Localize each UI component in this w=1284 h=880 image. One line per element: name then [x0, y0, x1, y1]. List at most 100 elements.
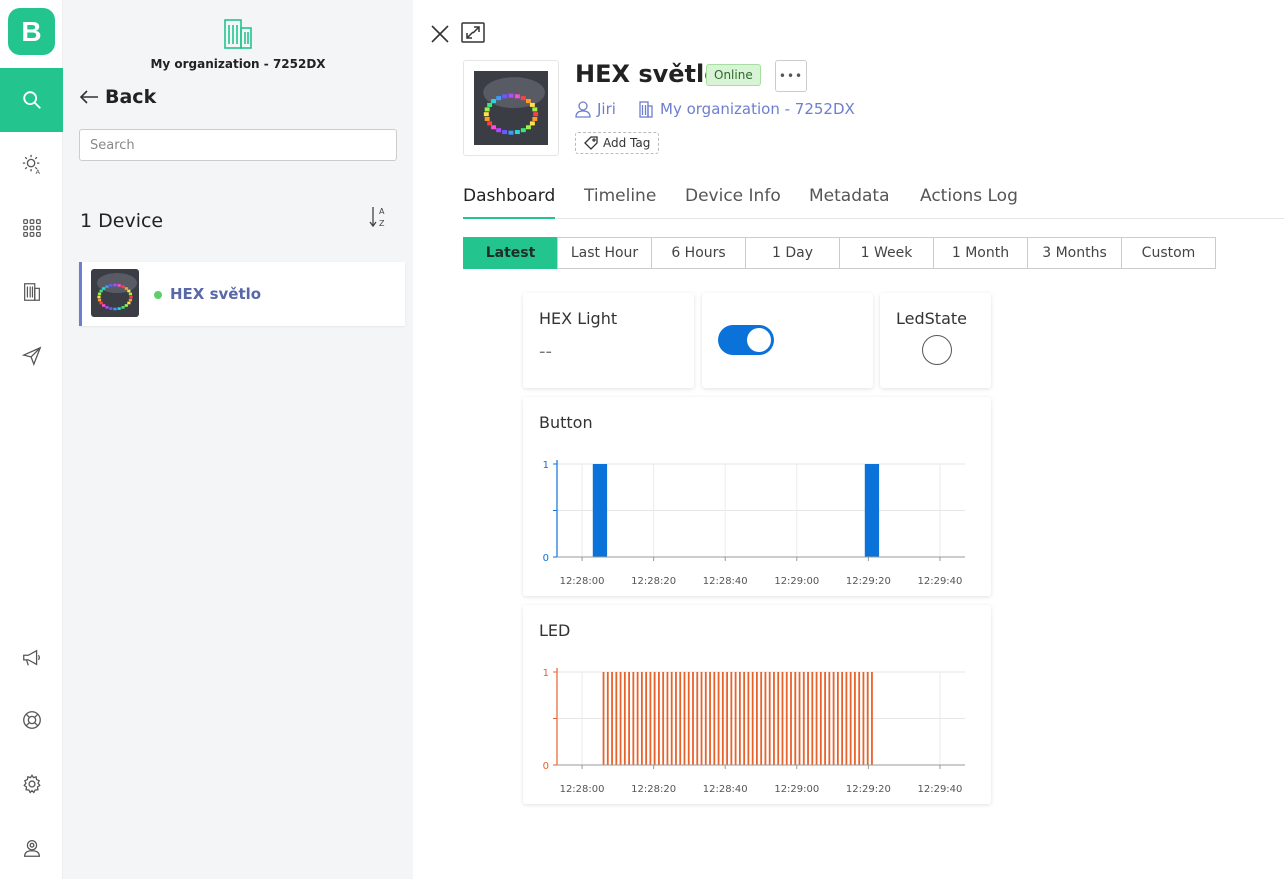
led-pixel [105, 285, 109, 288]
chart-bar [751, 672, 754, 765]
x-tick-label: 12:28:40 [703, 784, 748, 795]
tab-dashboard[interactable]: Dashboard [463, 186, 556, 219]
chart-bar [696, 672, 699, 765]
chart-bar [747, 672, 750, 765]
led-pixel [487, 102, 493, 107]
chart-bar [743, 672, 746, 765]
widget-value: -- [539, 341, 552, 362]
led-pixel [520, 96, 526, 101]
range-1-week[interactable]: 1 Week [839, 237, 934, 269]
led-pixel [121, 306, 125, 309]
range-custom[interactable]: Custom [1121, 237, 1216, 269]
tab-timeline[interactable]: Timeline [584, 186, 656, 206]
sort-az-icon[interactable]: A Z [368, 204, 390, 230]
devices-grid-nav-item[interactable] [0, 196, 63, 260]
building-icon [639, 101, 653, 118]
chart-bar [781, 672, 784, 765]
led-pixel [491, 125, 497, 130]
toggle-knob [747, 328, 771, 352]
x-tick-label: 12:29:20 [846, 576, 891, 587]
led-pixel [99, 301, 103, 305]
x-tick-label: 12:29:40 [917, 784, 962, 795]
range-latest[interactable]: Latest [463, 237, 558, 269]
tag-icon [584, 136, 598, 150]
add-tag-button[interactable]: Add Tag [575, 132, 660, 154]
user-icon [23, 840, 40, 857]
search-nav-item[interactable] [0, 68, 63, 132]
announcements-nav-item[interactable] [0, 626, 63, 690]
svg-text:Z: Z [379, 219, 385, 228]
led-pixel [129, 295, 133, 299]
svg-text:A: A [379, 207, 385, 216]
power-toggle[interactable] [718, 325, 774, 355]
app-logo[interactable]: B [8, 8, 55, 55]
device-tabs: Dashboard Timeline Device Info Metadata … [463, 180, 1284, 219]
x-tick-label: 12:28:00 [560, 784, 605, 795]
back-button[interactable]: Back [79, 86, 156, 108]
x-tick-label: 12:28:20 [631, 784, 676, 795]
led-pixel [117, 284, 121, 287]
chart-bar [738, 672, 741, 765]
led-pixel [484, 107, 490, 112]
chart-bar [666, 672, 669, 765]
more-options-button[interactable]: ••• [775, 60, 807, 92]
range-last-hour[interactable]: Last Hour [557, 237, 652, 269]
chart-bar [726, 672, 728, 765]
widget-title: LedState [896, 309, 967, 328]
search-input[interactable] [79, 129, 397, 161]
automation-nav-item[interactable]: A [0, 132, 63, 196]
organizations-nav-item[interactable] [0, 260, 63, 324]
chart-bar [864, 464, 880, 557]
chart-bar [636, 672, 639, 765]
led-pixel [113, 307, 117, 311]
device-name: HEX světlo [170, 285, 262, 303]
led-pixel [102, 304, 106, 307]
range-6-hours[interactable]: 6 Hours [651, 237, 746, 269]
tab-device-info[interactable]: Device Info [685, 186, 781, 206]
led-pixel [121, 285, 125, 288]
led-pixel [113, 283, 117, 287]
settings-nav-item[interactable] [0, 752, 63, 816]
close-icon[interactable] [431, 25, 449, 43]
user-icon [575, 101, 591, 118]
chart-bar [611, 672, 613, 765]
chart-bar [615, 672, 618, 765]
expand-icon[interactable] [461, 22, 485, 44]
chart-bar [628, 672, 630, 765]
device-list-item[interactable]: HEX světlo [79, 262, 405, 326]
organization-icon [224, 19, 252, 49]
led-pixel [487, 121, 493, 126]
led-pixel [502, 130, 508, 135]
owner-link[interactable]: Jiri [575, 100, 616, 118]
profile-nav-item[interactable] [0, 816, 63, 880]
chart-bar [785, 672, 788, 765]
led-pixel [514, 130, 520, 135]
back-label: Back [105, 86, 157, 108]
status-badge: Online [706, 64, 761, 86]
chart-bar [592, 464, 608, 557]
led-chart-widget: LED 1 0 12:28:00 12:28:20 12:28:40 12:29:00 12… [523, 605, 991, 804]
chart-bar [819, 672, 822, 765]
led-pixel [525, 125, 531, 130]
tab-actions-log[interactable]: Actions Log [920, 186, 1018, 206]
tab-metadata[interactable]: Metadata [809, 186, 890, 206]
device-list-panel: My organization - 7252DX Back 1 Device A… [63, 0, 413, 879]
led-pixel [529, 121, 535, 126]
messages-nav-item[interactable] [0, 324, 63, 388]
chart-bar [717, 672, 720, 765]
help-nav-item[interactable] [0, 688, 63, 752]
chart-bar [858, 672, 861, 765]
led-pixel [105, 306, 109, 309]
range-1-month[interactable]: 1 Month [933, 237, 1028, 269]
range-1-day[interactable]: 1 Day [745, 237, 840, 269]
range-3-months[interactable]: 3 Months [1027, 237, 1122, 269]
chart-bar [623, 672, 626, 765]
chart-bar [662, 672, 665, 765]
chart-bar [756, 672, 758, 765]
chart-bar [645, 672, 648, 765]
chart-bar [807, 672, 809, 765]
hex-light-widget: HEX Light -- [523, 293, 694, 388]
led-pixel [97, 295, 101, 299]
arrow-left-icon [79, 90, 98, 104]
organization-link[interactable]: My organization - 7252DX [638, 100, 855, 118]
